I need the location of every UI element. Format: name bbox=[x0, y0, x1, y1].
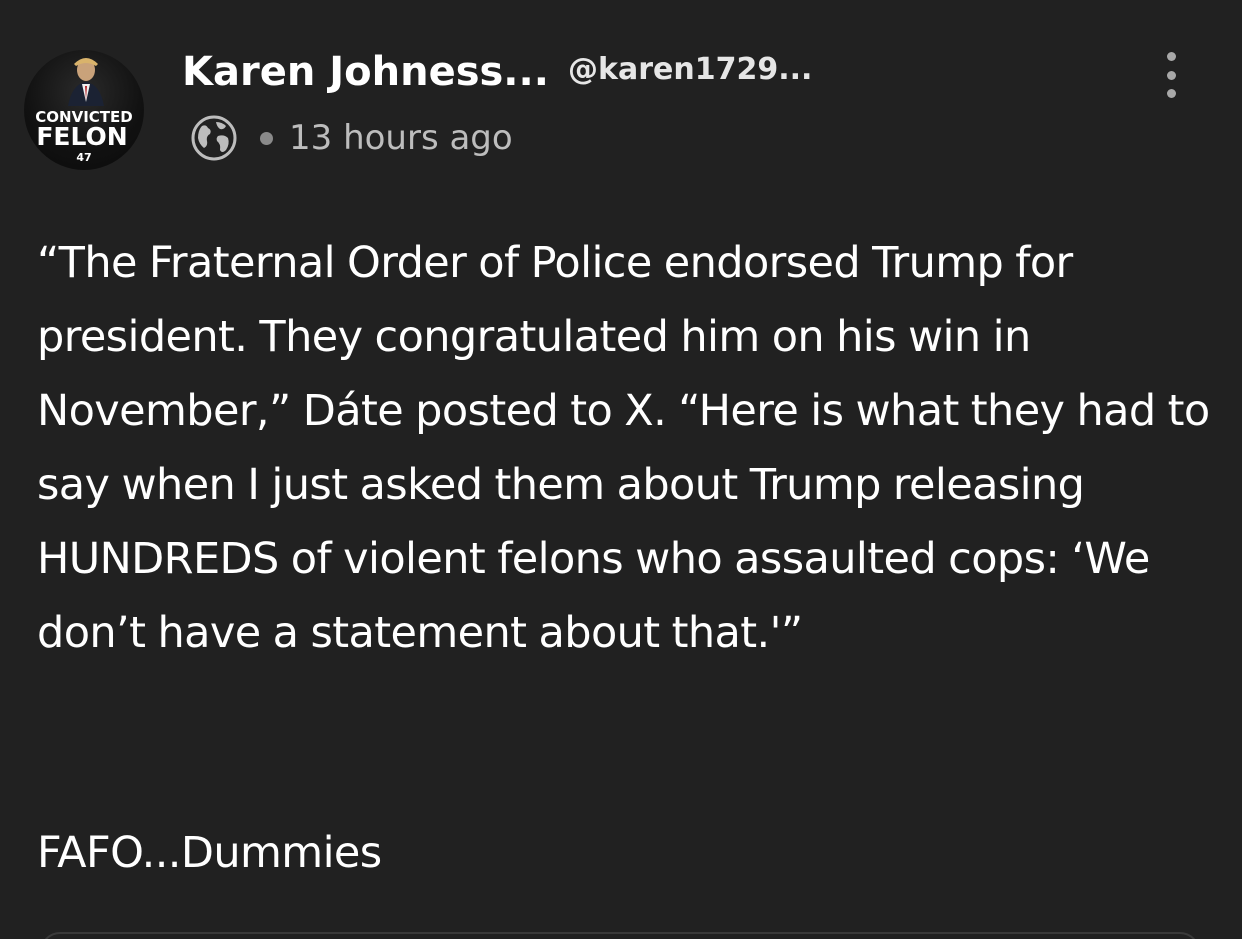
author-name[interactable]: Karen Johness... bbox=[182, 44, 549, 100]
avatar-badge-line2: FELON bbox=[36, 122, 127, 151]
kebab-dot bbox=[1166, 52, 1176, 61]
avatar[interactable]: CONVICTED FELON 47 bbox=[24, 50, 144, 170]
next-card-edge bbox=[40, 932, 1200, 939]
avatar-badge-number: 47 bbox=[76, 151, 91, 164]
post-body: “The Fraternal Order of Police endorsed … bbox=[37, 238, 1210, 658]
kebab-dot bbox=[1166, 89, 1176, 98]
author-handle[interactable]: @karen1729... bbox=[568, 48, 812, 92]
globe-icon bbox=[191, 115, 237, 161]
post-timestamp: 13 hours ago bbox=[289, 118, 513, 158]
avatar-image: CONVICTED FELON 47 bbox=[35, 58, 133, 164]
post-meta: 13 hours ago bbox=[190, 114, 513, 162]
kebab-dot bbox=[1166, 70, 1176, 80]
more-options-icon[interactable] bbox=[1148, 50, 1194, 100]
separator-dot bbox=[260, 131, 273, 145]
post-card: CONVICTED FELON 47 Karen Johness... @kar… bbox=[0, 0, 1242, 939]
post-footer-text: FAFO...Dummies bbox=[37, 828, 382, 878]
